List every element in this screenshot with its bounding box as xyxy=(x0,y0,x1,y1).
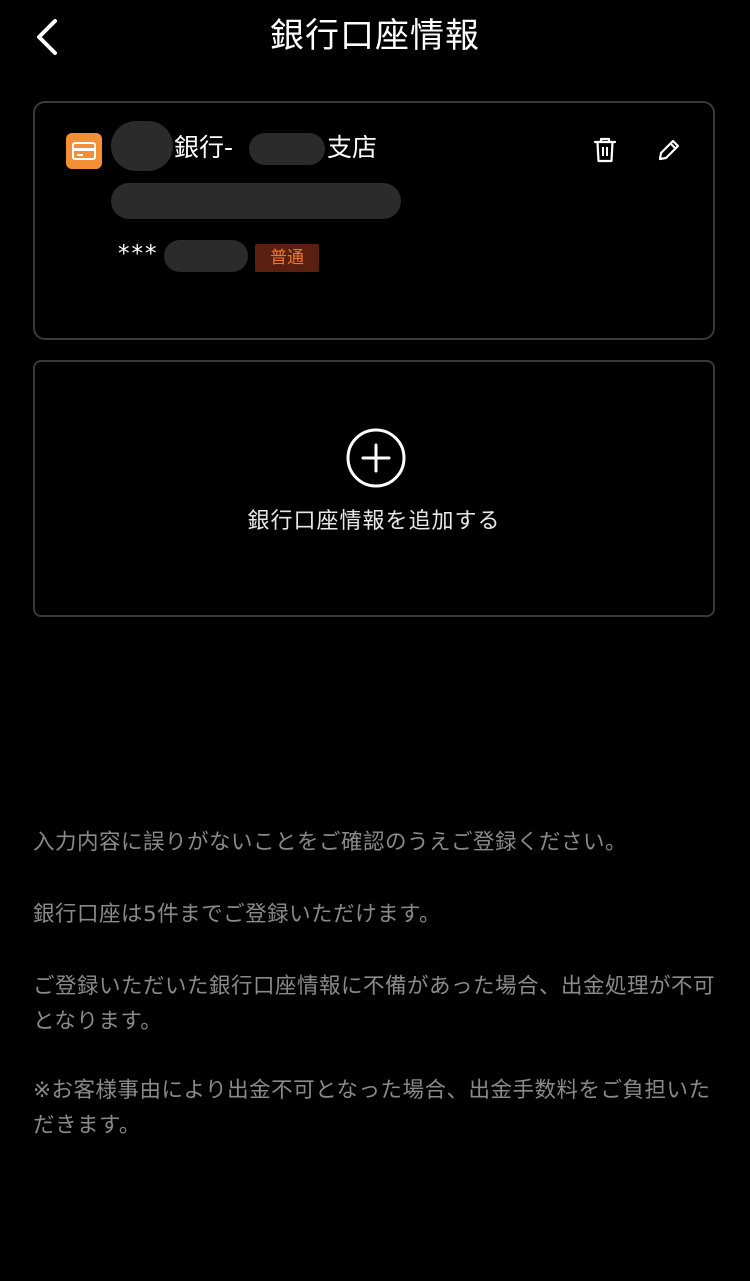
note-invalid-info: ご登録いただいた銀行口座情報に不備があった場合、出金処理が不可となります。 xyxy=(33,974,716,1034)
account-number: *** xyxy=(118,241,159,267)
bank-account-card: 銀行- 支店 *** 普通 xyxy=(33,101,715,340)
trash-icon xyxy=(593,137,617,163)
note-withdrawal-fee: ※お客様事由により出金不可となった場合、出金手数料をご負担いただきます。 xyxy=(33,1078,711,1138)
redacted-account-holder xyxy=(111,183,401,219)
delete-button[interactable] xyxy=(588,133,622,167)
note-confirm-input: 入力内容に誤りがないことをご確認のうえご登録ください。 xyxy=(33,830,628,855)
branch-name: 支店 xyxy=(327,133,378,162)
edit-button[interactable] xyxy=(652,133,686,167)
pencil-icon xyxy=(658,139,680,161)
header: 銀行口座情報 xyxy=(0,0,750,72)
add-bank-account-label: 銀行口座情報を追加する xyxy=(247,509,501,534)
page-title: 銀行口座情報 xyxy=(270,16,480,56)
bank-card-icon xyxy=(66,133,102,169)
bank-name: 銀行- xyxy=(174,133,234,162)
note-max-accounts: 銀行口座は5件までご登録いただけます。 xyxy=(33,902,442,927)
account-type-badge: 普通 xyxy=(255,244,319,272)
redacted-bank-prefix xyxy=(111,121,173,171)
redacted-branch xyxy=(249,133,325,165)
redacted-account-number xyxy=(164,240,248,272)
plus-circle-icon xyxy=(346,428,406,488)
add-bank-account-button[interactable]: 銀行口座情報を追加する xyxy=(33,360,715,617)
